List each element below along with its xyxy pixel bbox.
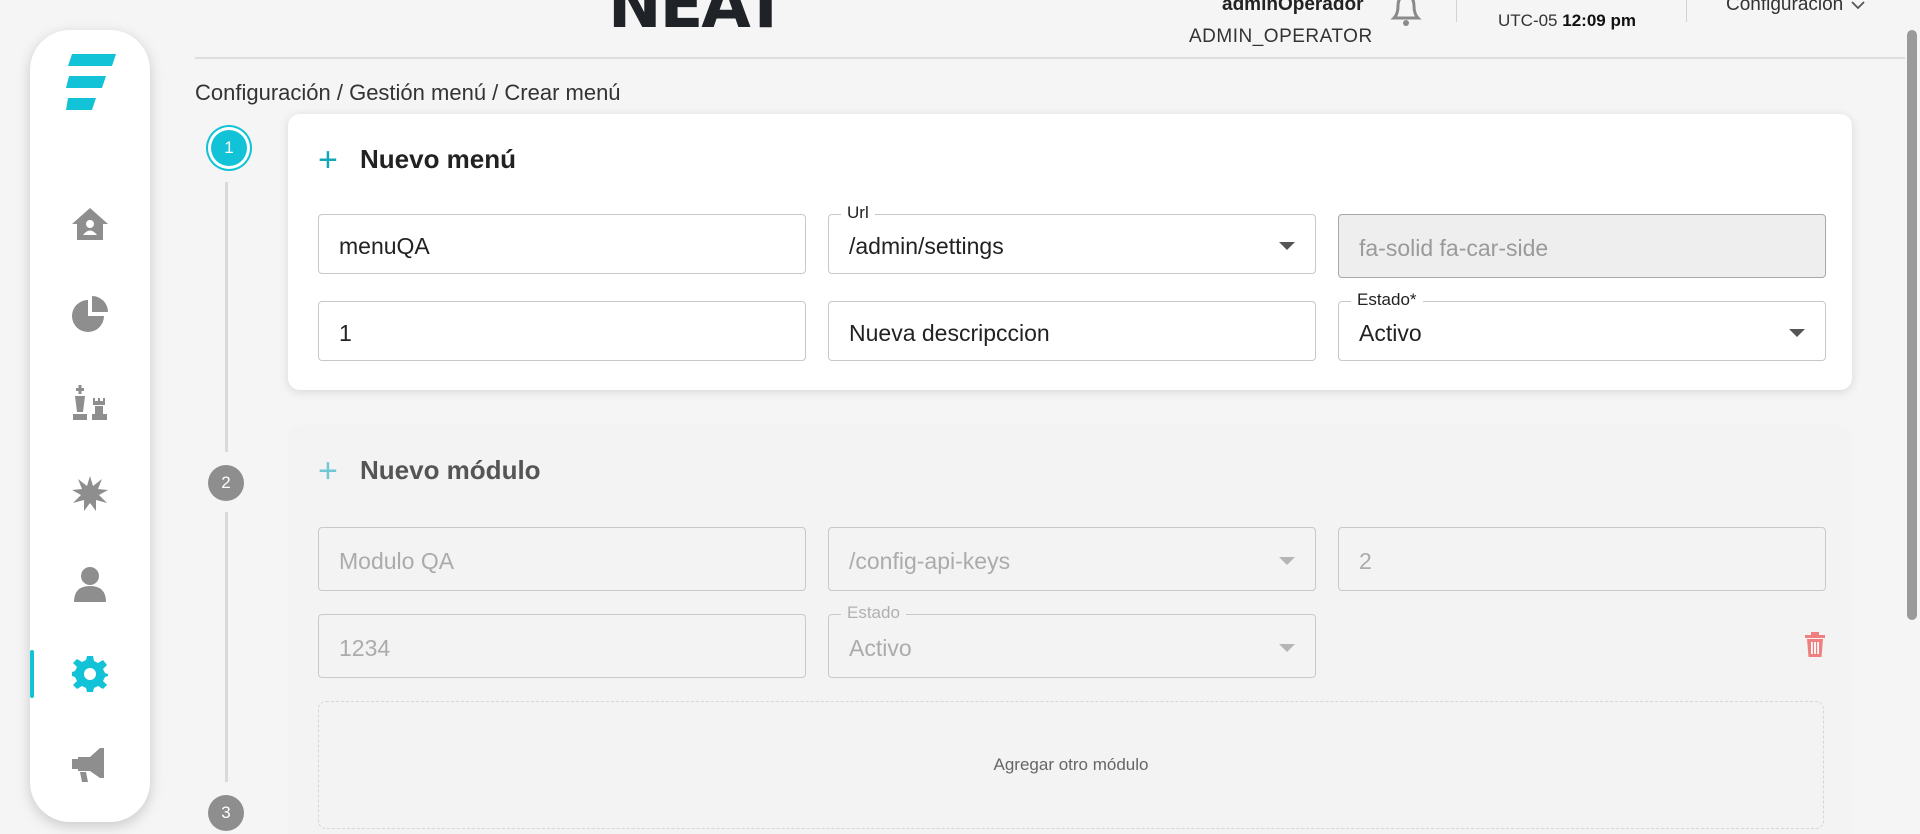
user-role: ADMIN_OPERATOR: [1189, 26, 1373, 47]
step-connector: [225, 182, 228, 452]
menu-status-label: Estado*: [1351, 290, 1423, 310]
plus-icon: +: [318, 140, 338, 179]
scrollbar[interactable]: [1907, 30, 1917, 620]
menu-url-label: Url: [841, 203, 875, 223]
new-module-card: + Nuevo módulo Modulo QA /config-api-key…: [288, 425, 1852, 834]
menu-order-field[interactable]: 1: [318, 301, 806, 361]
brand-text: NEAT: [608, 0, 786, 43]
timezone: UTC-05: [1498, 11, 1558, 30]
new-menu-title: Nuevo menú: [360, 144, 517, 174]
step-1: 1: [211, 130, 247, 166]
module-status-value: Activo: [849, 635, 912, 661]
sidebar-item-events[interactable]: [30, 464, 150, 524]
pie-chart-icon: [72, 296, 108, 332]
menu-description-value: Nueva descripccion: [849, 320, 1050, 346]
user-name: adminOperador: [1222, 0, 1364, 15]
trash-icon[interactable]: [1804, 632, 1826, 658]
sidebar-item-users[interactable]: [30, 554, 150, 614]
header-divider: [1686, 0, 1687, 22]
step-connector: [225, 512, 228, 782]
megaphone-icon: [72, 748, 104, 782]
module-name-field[interactable]: Modulo QA: [318, 527, 806, 591]
module-name-value: Modulo QA: [339, 548, 455, 574]
menu-name-field[interactable]: menuQA: [318, 214, 806, 274]
chess-icon: [73, 385, 107, 420]
module-order-value: 2: [1359, 548, 1372, 574]
module-code-field[interactable]: 1234: [318, 614, 806, 678]
module-order-field[interactable]: 2: [1338, 527, 1826, 591]
dropdown-arrow-icon: [1279, 242, 1295, 250]
chevron-down-icon: [1851, 1, 1865, 10]
bell-icon[interactable]: [1386, 0, 1426, 28]
card-title: + Nuevo menú: [318, 140, 517, 179]
sidebar-item-home[interactable]: [30, 194, 150, 254]
burst-icon: [72, 476, 108, 511]
menu-icon-value: fa-solid fa-car-side: [1359, 235, 1549, 261]
plus-icon: +: [318, 451, 338, 490]
header-divider: [1456, 0, 1457, 22]
current-time: 12:09 pm: [1562, 11, 1636, 30]
menu-url-select[interactable]: Url /admin/settings: [828, 203, 1316, 274]
step-3: 3: [208, 795, 244, 831]
sidebar-item-settings[interactable]: [30, 644, 150, 704]
home-icon: [72, 208, 108, 240]
step-2: 2: [208, 465, 244, 501]
module-status-label: Estado: [841, 603, 906, 623]
user-icon: [74, 567, 106, 602]
module-code-value: 1234: [339, 635, 391, 661]
sidebar: [30, 30, 150, 822]
add-module-label: Agregar otro módulo: [993, 755, 1149, 774]
add-module-button[interactable]: Agregar otro módulo: [318, 701, 1824, 829]
timezone-clock: UTC-05 12:09 pm: [1498, 11, 1636, 31]
breadcrumb: Configuración / Gestión menú / Crear men…: [195, 80, 621, 105]
sidebar-item-reports[interactable]: [30, 284, 150, 344]
dropdown-arrow-icon: [1279, 557, 1295, 565]
menu-status-value: Activo: [1359, 320, 1422, 346]
menu-description-field[interactable]: Nueva descripccion: [828, 301, 1316, 361]
module-url-value: /config-api-keys: [849, 548, 1011, 574]
menu-status-select[interactable]: Estado* Activo: [1338, 290, 1826, 361]
sidebar-item-announcements[interactable]: [30, 734, 150, 794]
menu-order-value: 1: [339, 320, 352, 346]
new-menu-card: + Nuevo menú menuQA Url /admin/settings …: [288, 114, 1852, 390]
menu-url-value: /admin/settings: [849, 233, 1004, 259]
card-title: + Nuevo módulo: [318, 451, 541, 490]
gear-icon: [72, 656, 108, 692]
sidebar-item-strategy[interactable]: [30, 374, 150, 434]
configuration-menu-label: Configuración: [1726, 0, 1844, 15]
app-logo-icon[interactable]: [66, 54, 116, 120]
module-status-select[interactable]: Estado Activo: [828, 603, 1316, 678]
dropdown-arrow-icon: [1279, 644, 1295, 652]
module-url-select[interactable]: /config-api-keys: [828, 527, 1316, 591]
header-divider-line: [195, 57, 1905, 59]
new-module-title: Nuevo módulo: [360, 455, 541, 485]
configuration-menu[interactable]: Configuración: [1726, 0, 1865, 16]
menu-icon-field[interactable]: fa-solid fa-car-side: [1338, 214, 1826, 278]
dropdown-arrow-icon: [1789, 329, 1805, 337]
menu-name-value: menuQA: [339, 233, 430, 259]
